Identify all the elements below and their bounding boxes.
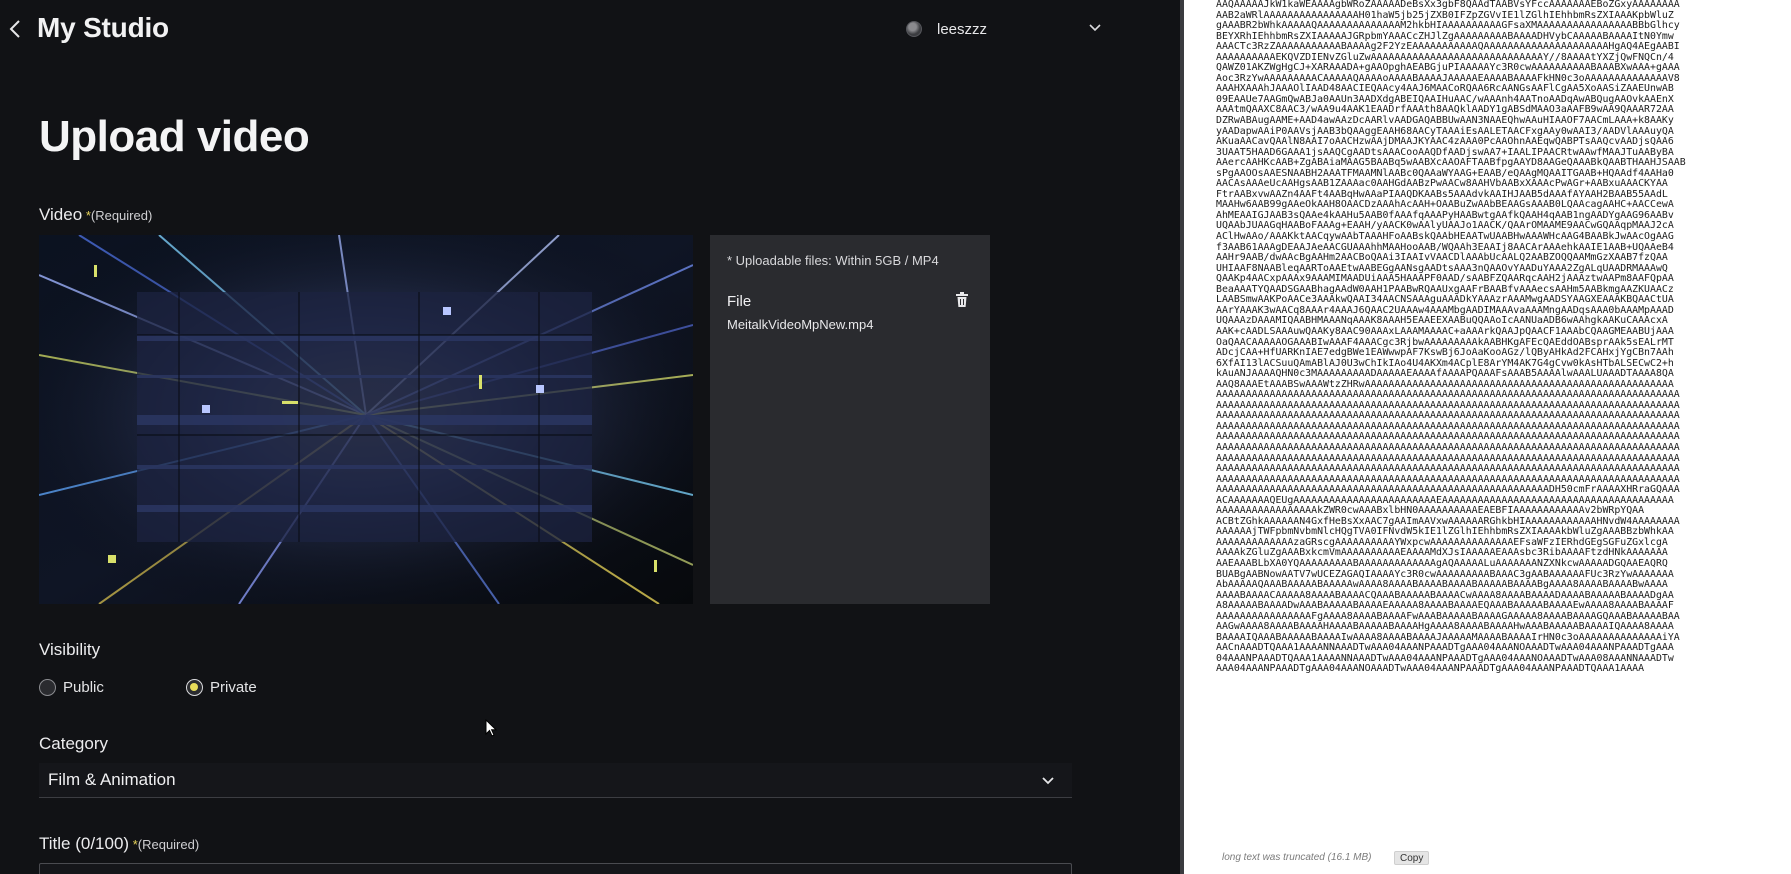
studio-title: My Studio <box>37 12 169 43</box>
title-input[interactable] <box>39 863 1072 874</box>
public-radio[interactable] <box>39 679 56 696</box>
video-label-text: Video <box>39 205 83 224</box>
base64-line: AClHwAAo/AAAKktAACqywAAbTAAAHFoAABskQAAb… <box>1216 231 1674 243</box>
base64-line: ADcjCAA+HfUARKnIAE7edgBWe1EAWwwpAF7KswBj… <box>1216 347 1674 359</box>
private-radio[interactable] <box>186 679 203 696</box>
truncation-note: long text was truncated (16.1 MB) <box>1222 852 1372 863</box>
back-button[interactable] <box>2 16 28 42</box>
upload-file-panel: * Uploadable files: Within 5GB / MP4 Fil… <box>710 235 990 604</box>
chevron-down-icon <box>1042 777 1054 785</box>
avatar <box>906 21 922 37</box>
studio-app: My Studio leeszzz Upload video Video *(R… <box>0 0 1180 874</box>
page-title: Upload video <box>39 112 310 161</box>
title-label-text: Title (0/100) <box>39 834 130 853</box>
video-field-label: Video *(Required) <box>39 205 152 225</box>
category-select[interactable]: Film & Animation <box>39 763 1072 798</box>
public-label: Public <box>63 679 104 696</box>
raw-response-pane: AAQAAAAAJkW1kaWEAAAAgbWRoZAAAAADeBsXx3gb… <box>1180 0 1791 874</box>
base64-line: AAEAAABLbXA0YQAAAAAAAAABAAAAAAAAAAAAAgAQ… <box>1216 557 1668 569</box>
visibility-public-option[interactable]: Public <box>39 679 104 696</box>
chevron-down-icon <box>1089 24 1101 32</box>
mouse-pointer-icon <box>485 719 498 737</box>
studio-header: My Studio leeszzz <box>0 0 1180 58</box>
uploadable-files-note: * Uploadable files: Within 5GB / MP4 <box>727 253 939 268</box>
file-label: File <box>727 293 752 310</box>
copy-button[interactable]: Copy <box>1394 851 1430 865</box>
chevron-left-icon <box>9 20 20 38</box>
visibility-label: Visibility <box>39 640 101 659</box>
private-label: Private <box>210 679 257 696</box>
video-thumbnail <box>39 235 693 604</box>
category-label: Category <box>39 734 108 753</box>
video-preview[interactable] <box>39 235 693 604</box>
visibility-private-option[interactable]: Private <box>186 679 257 696</box>
title-field-label: Title (0/100) *(Required) <box>39 834 199 854</box>
trash-icon <box>956 292 968 307</box>
required-text: (Required) <box>90 208 153 223</box>
base64-line: AAAAAAAAAAAAAAAAAAAAAAAAAAAAAAAAAAAAAAAA… <box>1216 441 1680 453</box>
base64-line: AAA04AAANPAAADTgAAA04AAANOAAADTwAAA04AAA… <box>1216 663 1645 675</box>
username: leeszzz <box>937 20 988 38</box>
user-menu[interactable]: leeszzz <box>906 16 1102 42</box>
base64-line: AAQAAAAAJkW1kaWEAAAAgbWRoZAAAAADeBsXx3gb… <box>1216 0 1680 10</box>
category-selected-value: Film & Animation <box>48 770 176 789</box>
required-text: (Required) <box>137 837 200 852</box>
file-name: MeitalkVideoMpNew.mp4 <box>727 317 874 332</box>
base64-line: AAK+cAADLSAAAuwQAAKy8AAC90AAAxLAAAMAAAAC… <box>1216 325 1674 337</box>
base64-text-block: AAQAAAAAJkW1kaWEAAAAgbWRoZAAAAADeBsXx3gb… <box>1216 0 1777 852</box>
delete-file-button[interactable] <box>955 292 971 310</box>
base64-line: DZRwABAugAAME+AAD4awAAzDcAARlvAADGAQABBU… <box>1216 115 1674 127</box>
